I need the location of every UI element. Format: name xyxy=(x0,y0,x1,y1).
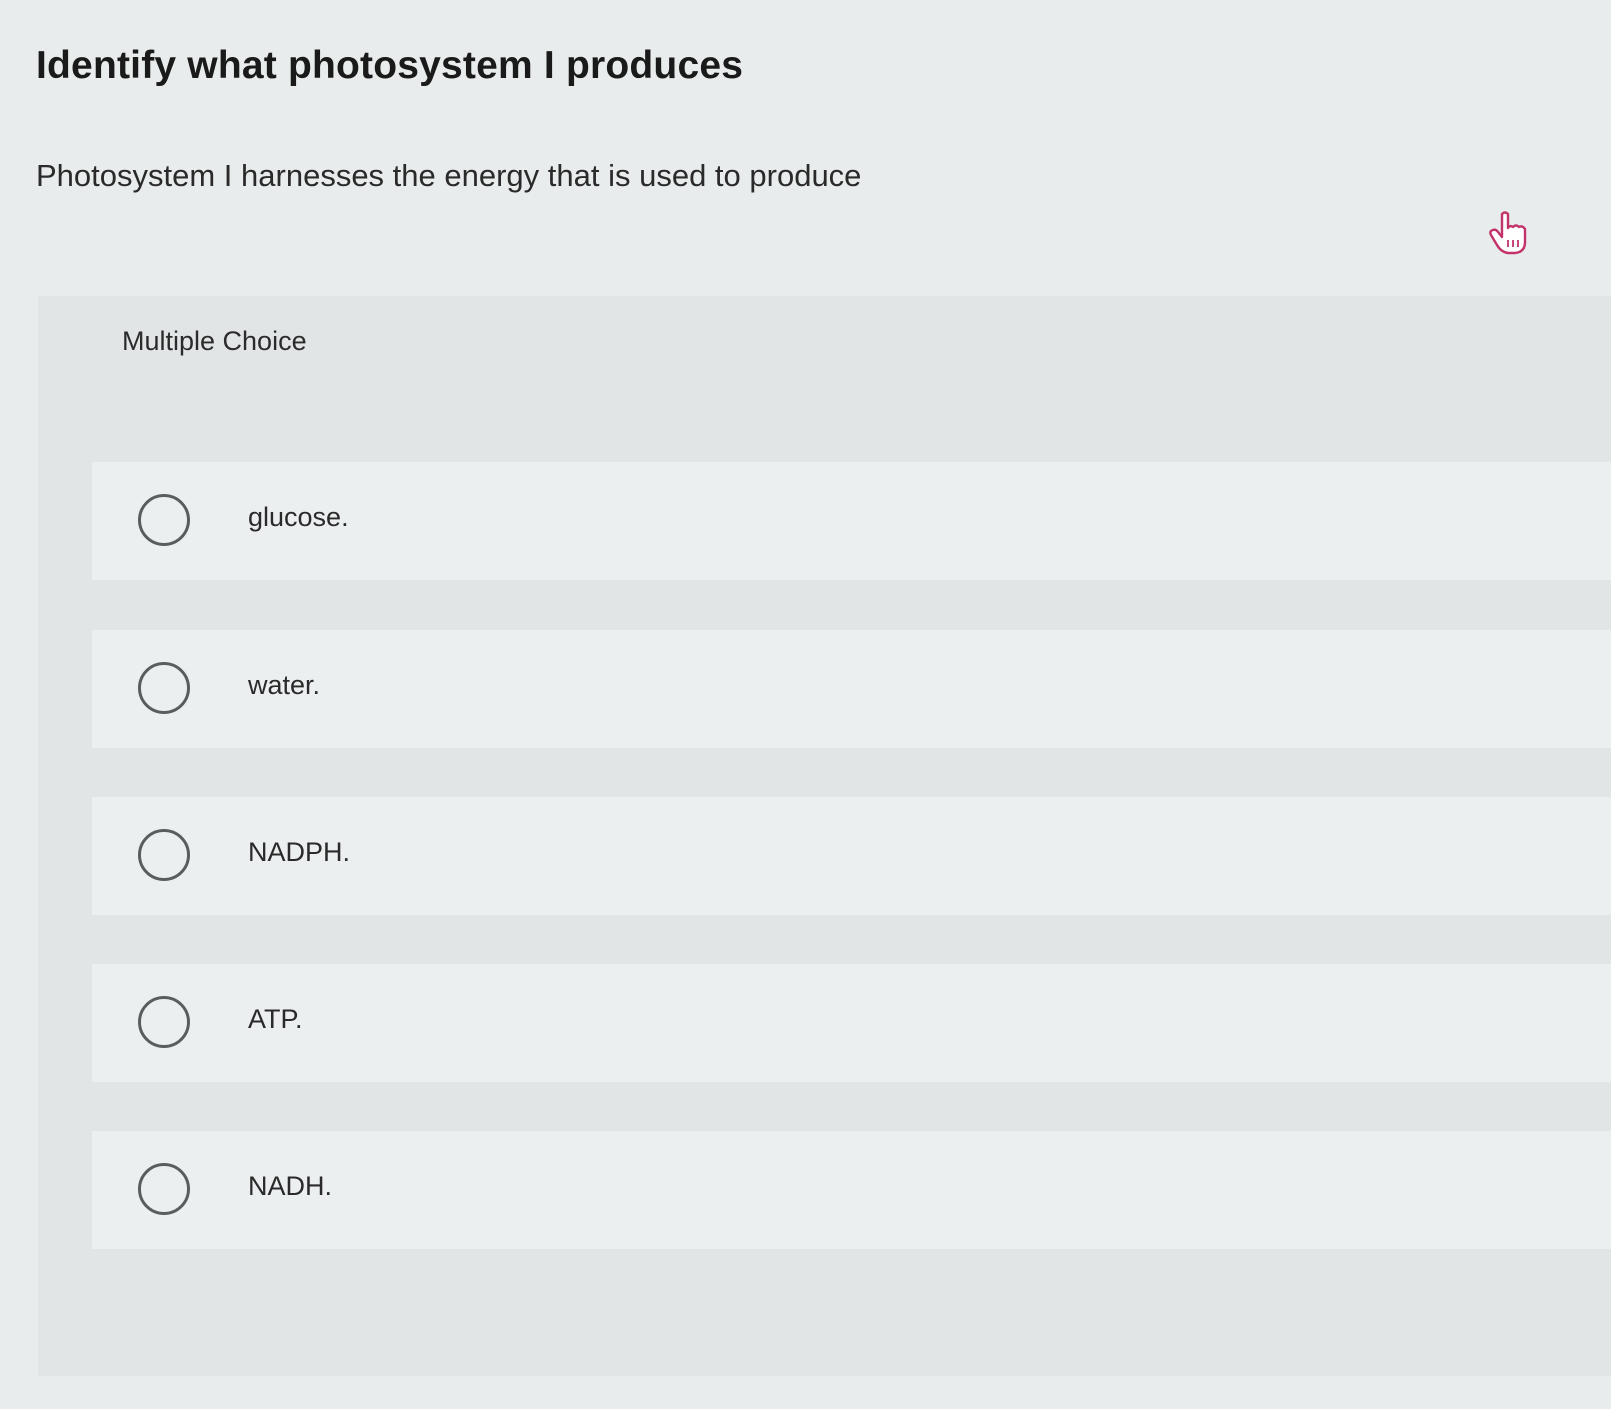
hand-pointer-icon xyxy=(1488,210,1532,256)
choice-option-glucose[interactable]: glucose. xyxy=(92,462,1611,580)
radio-unchecked-icon[interactable] xyxy=(138,829,190,881)
choice-option-water[interactable]: water. xyxy=(92,630,1611,748)
radio-unchecked-icon[interactable] xyxy=(138,494,190,546)
question-prompt: Photosystem I harnesses the energy that … xyxy=(36,158,862,193)
radio-unchecked-icon[interactable] xyxy=(138,996,190,1048)
choice-option-nadh[interactable]: NADH. xyxy=(92,1131,1611,1249)
choice-label: glucose. xyxy=(248,502,349,532)
question-title: Identify what photosystem I produces xyxy=(36,44,744,87)
question-page: Identify what photosystem I produces Pho… xyxy=(0,0,1611,1409)
multiple-choice-label: Multiple Choice xyxy=(122,326,307,356)
choice-label: water. xyxy=(248,670,321,700)
choice-option-atp[interactable]: ATP. xyxy=(92,964,1611,1082)
multiple-choice-panel: Multiple Choice glucose. water. NADPH. A… xyxy=(38,296,1611,1376)
choice-label: NADH. xyxy=(248,1171,333,1201)
choice-option-nadph[interactable]: NADPH. xyxy=(92,797,1611,915)
choice-label: NADPH. xyxy=(248,837,351,867)
radio-unchecked-icon[interactable] xyxy=(138,1163,190,1215)
choice-label: ATP. xyxy=(248,1004,303,1034)
radio-unchecked-icon[interactable] xyxy=(138,662,190,714)
